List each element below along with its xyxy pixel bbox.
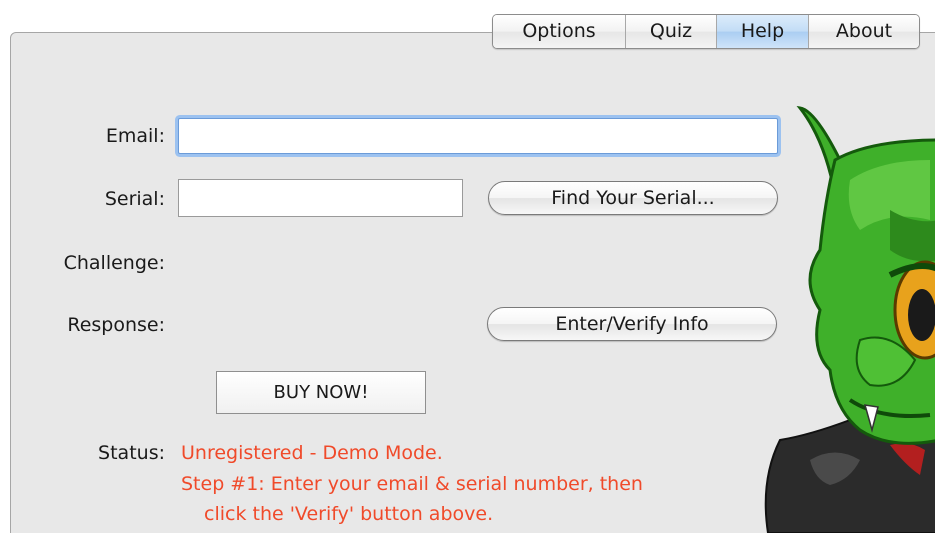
email-input[interactable]	[178, 118, 778, 154]
serial-input[interactable]	[178, 179, 463, 217]
tab-quiz[interactable]: Quiz	[626, 15, 717, 48]
serial-label: Serial:	[104, 188, 165, 210]
status-line-2: Step #1: Enter your email & serial numbe…	[181, 473, 643, 495]
buy-now-button[interactable]: BUY NOW!	[216, 371, 426, 414]
goblin-mascot-icon	[764, 106, 935, 533]
verify-button[interactable]: Enter/Verify Info	[487, 307, 777, 341]
tab-bar: Options Quiz Help About	[492, 14, 920, 49]
tab-options[interactable]: Options	[493, 15, 626, 48]
tab-about[interactable]: About	[809, 15, 919, 48]
status-label: Status:	[98, 442, 165, 464]
challenge-label: Challenge:	[63, 252, 165, 274]
response-label: Response:	[67, 314, 165, 336]
tab-help[interactable]: Help	[717, 15, 809, 48]
status-line-1: Unregistered - Demo Mode.	[181, 442, 443, 464]
window: Options Quiz Help About Email: Serial: F…	[0, 0, 935, 533]
email-label: Email:	[105, 125, 165, 147]
find-serial-button[interactable]: Find Your Serial...	[488, 181, 778, 215]
status-line-3: click the 'Verify' button above.	[204, 503, 494, 525]
